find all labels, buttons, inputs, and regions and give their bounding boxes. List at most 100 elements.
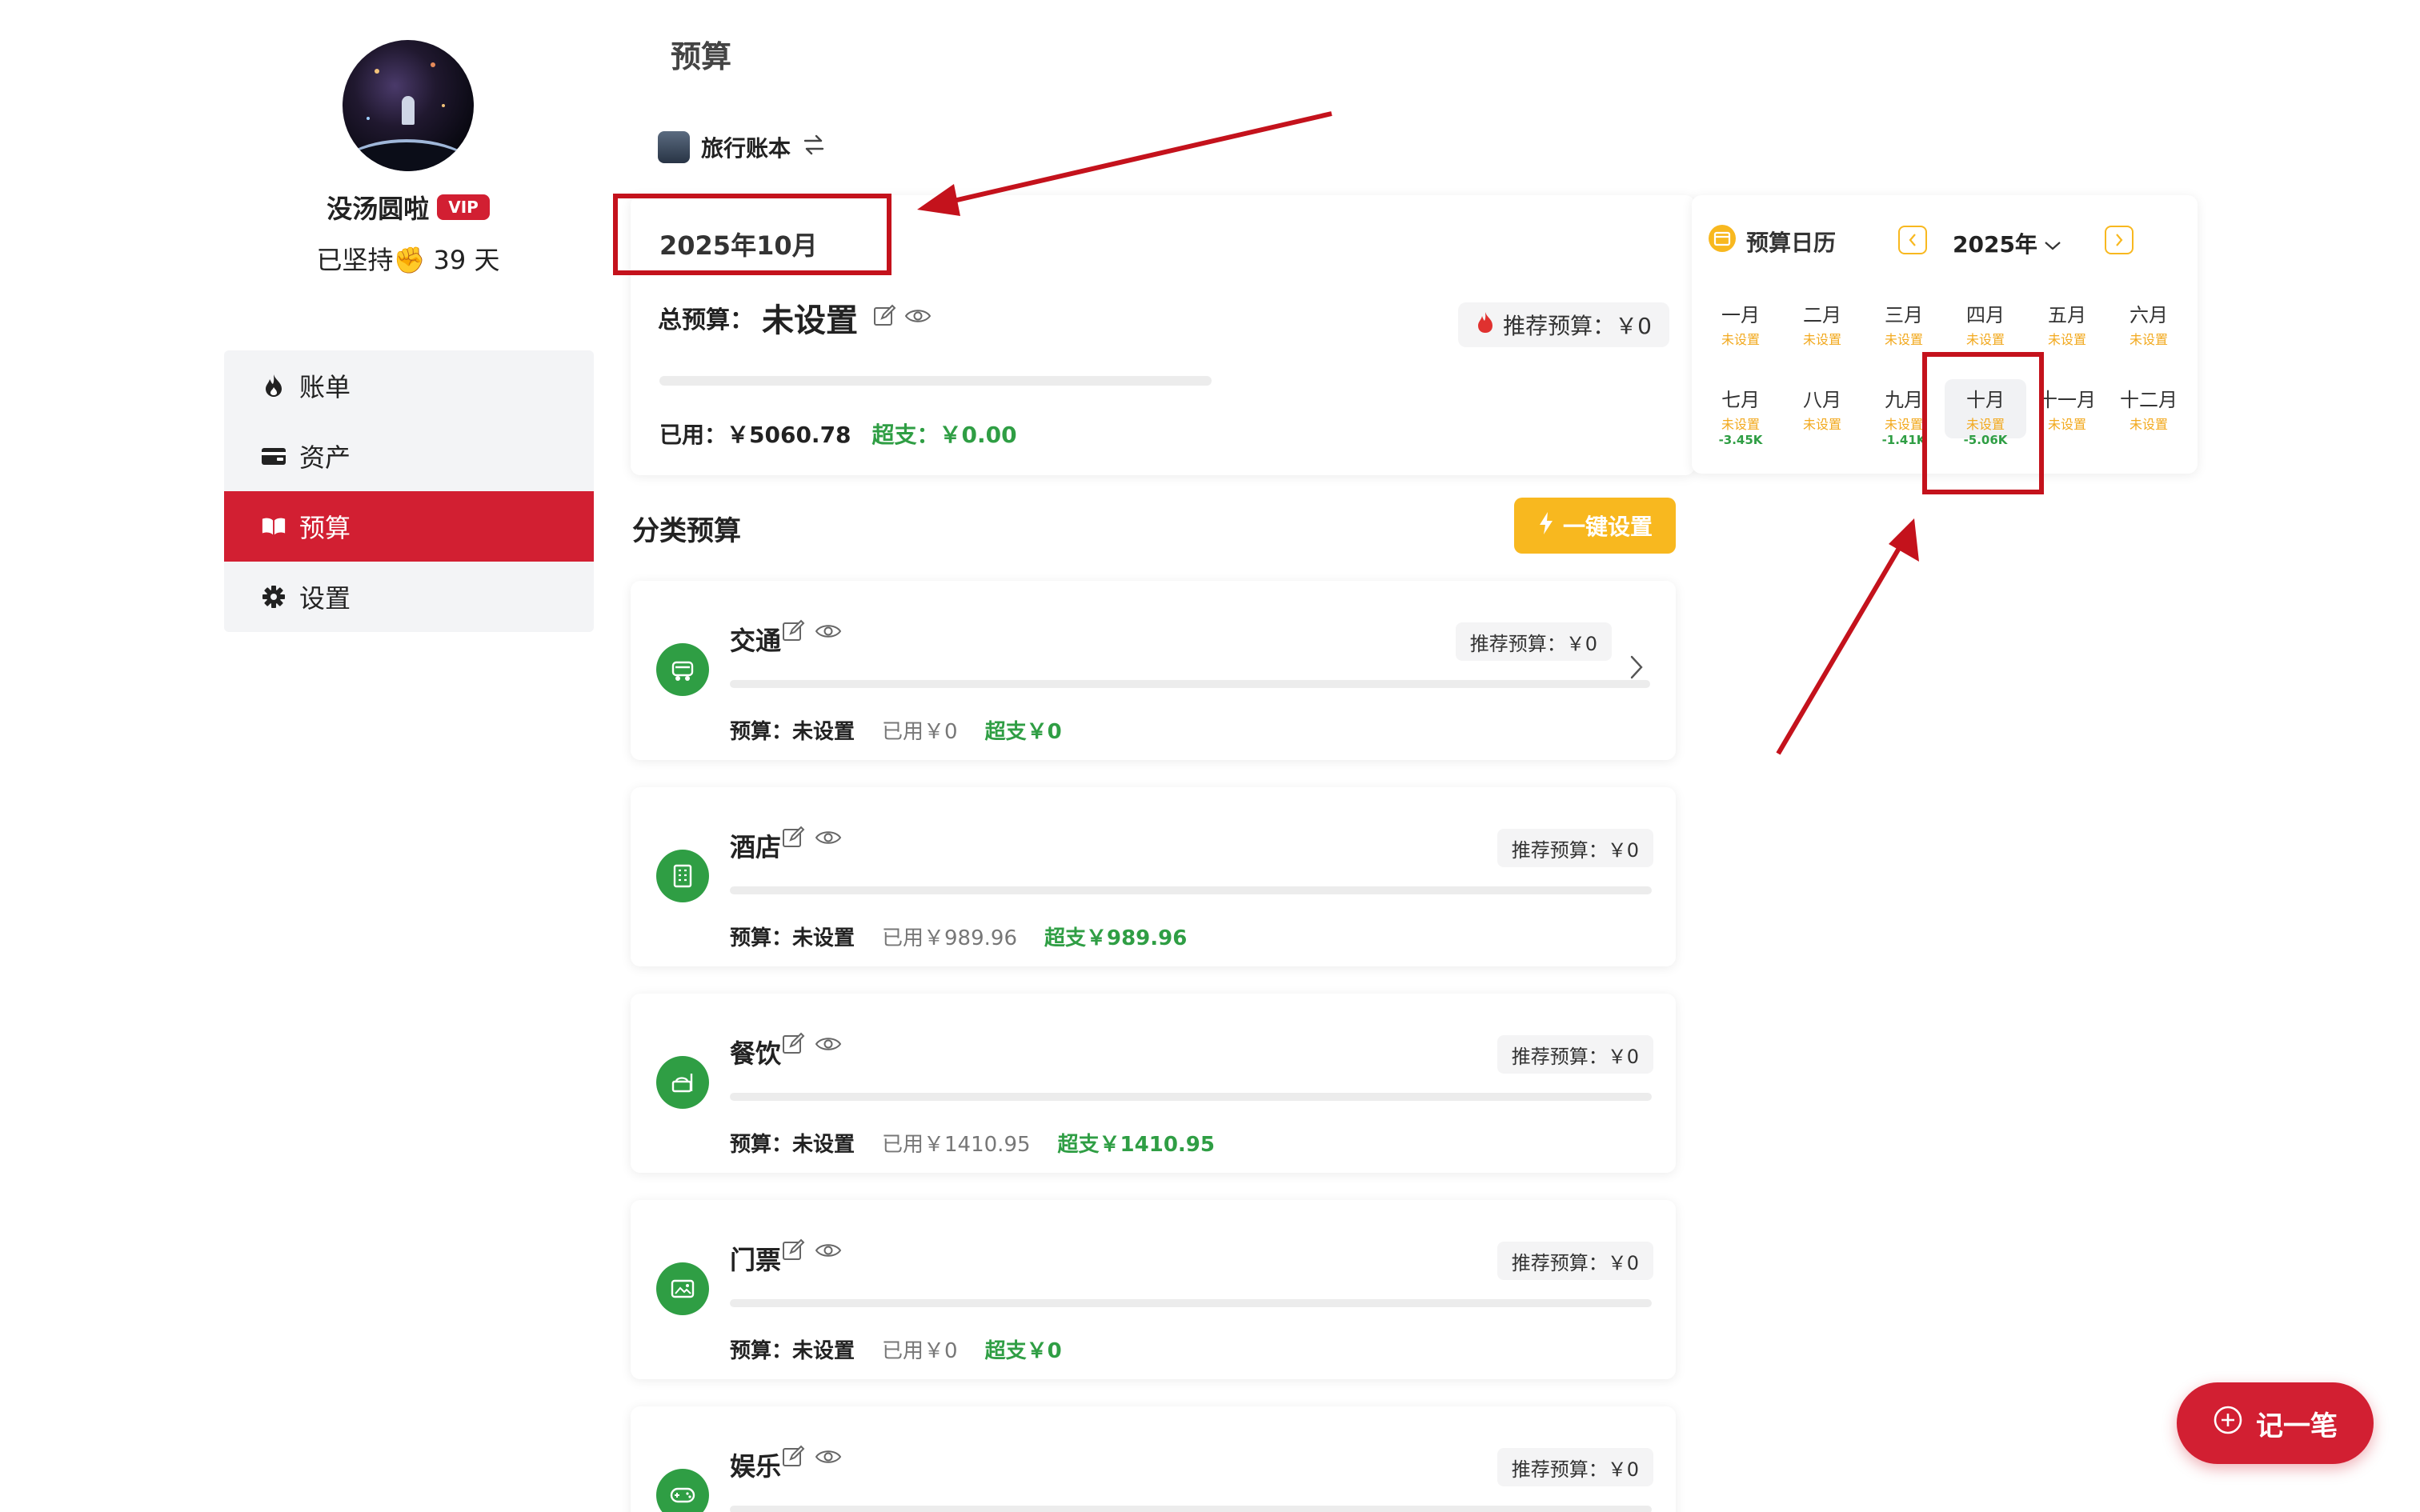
quick-set-label: 一键设置 [1562, 514, 1653, 540]
total-used-row: 已用：￥5060.78 超支：￥0.00 [659, 418, 1017, 450]
month-name: 九月 [1885, 389, 1923, 411]
sidebar-item-label: 预算 [299, 513, 351, 543]
calendar-title: 预算日历 [1746, 229, 1837, 256]
sidebar-item-assets[interactable]: 资产 [224, 421, 594, 491]
category-card-entertainment[interactable]: 娱乐 推荐预算：￥0 [631, 1406, 1676, 1512]
month-name: 四月 [1966, 304, 2005, 326]
category-name: 娱乐 [730, 1451, 782, 1482]
category-over: 超支￥0 [984, 1339, 1062, 1363]
book-open-icon [261, 514, 286, 539]
month-status: 未设置 [1721, 417, 1760, 432]
avatar[interactable] [343, 40, 474, 171]
calendar-month-1[interactable]: 一月 未设置 [1700, 294, 1781, 354]
month-label[interactable]: 2025年10月 [659, 226, 818, 262]
fire-icon [1476, 311, 1495, 339]
edit-icon[interactable] [781, 826, 805, 853]
sidebar-item-label: 设置 [299, 583, 351, 614]
sidebar-item-bills[interactable]: 账单 [224, 350, 594, 421]
calendar-header: 预算日历 2025年 [1708, 216, 2182, 264]
category-recommend-pill: 推荐预算：￥0 [1455, 622, 1612, 661]
quick-set-button[interactable]: 一键设置 [1514, 498, 1676, 554]
chevron-right-icon[interactable] [1629, 654, 1644, 683]
month-status: 未设置 [2129, 417, 2168, 432]
calendar-month-4[interactable]: 四月 未设置 [1945, 294, 2026, 354]
category-budget: 预算：未设置 [730, 720, 855, 744]
eye-icon[interactable] [815, 622, 842, 644]
recommend-budget-pill: 推荐预算：￥0 [1458, 302, 1669, 347]
sidebar-item-budget[interactable]: 预算 [224, 491, 594, 562]
category-tools [781, 1445, 842, 1472]
calendar-month-11[interactable]: 十一月 未设置 [2026, 379, 2108, 438]
gear-icon [261, 584, 286, 610]
calendar-month-5[interactable]: 五月 未设置 [2026, 294, 2108, 354]
calendar-month-10[interactable]: 十月 未设置 -5.06K [1945, 379, 2026, 447]
month-status: 未设置 [2129, 332, 2168, 347]
month-status: 未设置 [1802, 332, 1841, 347]
year-selector[interactable]: 2025年 [1953, 227, 2061, 259]
eye-icon[interactable] [815, 1034, 842, 1057]
calendar-month-3[interactable]: 三月 未设置 [1863, 294, 1945, 354]
calendar-month-6[interactable]: 六月 未设置 [2108, 294, 2190, 354]
calendar-month-2[interactable]: 二月 未设置 [1781, 294, 1863, 354]
calendar-month-7[interactable]: 七月未设置 -3.45K [1700, 379, 1781, 447]
category-card-dining[interactable]: 餐饮 推荐预算：￥0 预算：未设置 已用￥1410.95 超支￥1410.95 [631, 994, 1676, 1173]
category-meta: 预算：未设置 已用￥0 超支￥0 [730, 1334, 1062, 1364]
category-used: 已用￥1410.95 [882, 1133, 1031, 1157]
month-name: 六月 [2130, 304, 2168, 326]
swap-icon[interactable] [802, 134, 826, 162]
edit-icon[interactable] [781, 1445, 805, 1472]
month-name: 七月 [1721, 389, 1760, 411]
calendar-month-8[interactable]: 八月 未设置 [1781, 379, 1863, 438]
sidebar-item-label: 资产 [299, 442, 351, 473]
category-name: 门票 [730, 1245, 782, 1275]
month-name: 三月 [1885, 304, 1923, 326]
category-used: 已用￥0 [882, 1339, 958, 1363]
edit-icon[interactable] [781, 1032, 805, 1059]
sidebar-item-settings[interactable]: 设置 [224, 562, 594, 632]
sidebar-nav: 账单 资产 预算 设置 [224, 350, 594, 632]
meal-icon [656, 1056, 709, 1109]
category-card-hotel[interactable]: 酒店 推荐预算：￥0 预算：未设置 已用￥989.96 超支￥989.96 [631, 787, 1676, 966]
category-card-tickets[interactable]: 门票 推荐预算：￥0 预算：未设置 已用￥0 超支￥0 [631, 1200, 1676, 1379]
eye-icon[interactable] [815, 1447, 842, 1470]
eye-icon[interactable] [904, 306, 932, 329]
month-value: -5.06K [1963, 433, 2008, 447]
edit-icon[interactable] [781, 1238, 805, 1266]
eye-icon[interactable] [815, 1241, 842, 1263]
edit-icon[interactable] [872, 304, 896, 331]
edit-icon[interactable] [781, 619, 805, 646]
book-thumbnail [658, 131, 690, 163]
total-budget-card: 2025年10月 总预算： 未设置 推荐预算：￥0 已用：￥5060.78 超支… [631, 195, 1695, 475]
total-budget-progress [659, 376, 1212, 386]
prev-year-button[interactable] [1898, 226, 1927, 254]
month-status: 未设置 [1802, 417, 1841, 432]
add-record-button[interactable]: 记一笔 [2177, 1382, 2374, 1464]
over-amount: 超支：￥0.00 [871, 422, 1017, 448]
month-value: -3.45K [1718, 433, 1763, 447]
page-title: 预算 [671, 39, 732, 74]
next-year-button[interactable] [2105, 226, 2134, 254]
category-budget: 预算：未设置 [730, 926, 855, 950]
month-name: 一月 [1721, 304, 1760, 326]
category-used: 已用￥989.96 [882, 926, 1017, 950]
category-meta: 预算：未设置 已用￥1410.95 超支￥1410.95 [730, 1128, 1215, 1158]
eye-icon[interactable] [815, 828, 842, 850]
building-icon [656, 850, 709, 902]
month-status: 未设置 [1965, 417, 2005, 432]
category-progress [730, 680, 1650, 688]
section-title: 分类预算 [632, 515, 741, 547]
category-tools [781, 1032, 842, 1059]
month-status: 未设置 [1884, 332, 1923, 347]
category-meta: 预算：未设置 已用￥0 超支￥0 [730, 715, 1062, 745]
total-budget-row: 总预算： 未设置 [658, 294, 932, 341]
category-card-transport[interactable]: 交通 推荐预算：￥0 预算：未设置 已用￥0 超支￥0 [631, 581, 1676, 760]
calendar-icon [1708, 224, 1737, 258]
category-recommend-pill: 推荐预算：￥0 [1496, 1035, 1653, 1074]
book-switcher[interactable]: 旅行账本 [658, 131, 826, 163]
month-status: 未设置 [1965, 332, 2005, 347]
ticket-icon [656, 1262, 709, 1315]
calendar-month-12[interactable]: 十二月 未设置 [2108, 379, 2190, 438]
calendar-month-9[interactable]: 九月 未设置 -1.41K [1863, 379, 1945, 447]
arrow-to-october [1776, 518, 1919, 755]
category-budget: 预算：未设置 [730, 1133, 855, 1157]
